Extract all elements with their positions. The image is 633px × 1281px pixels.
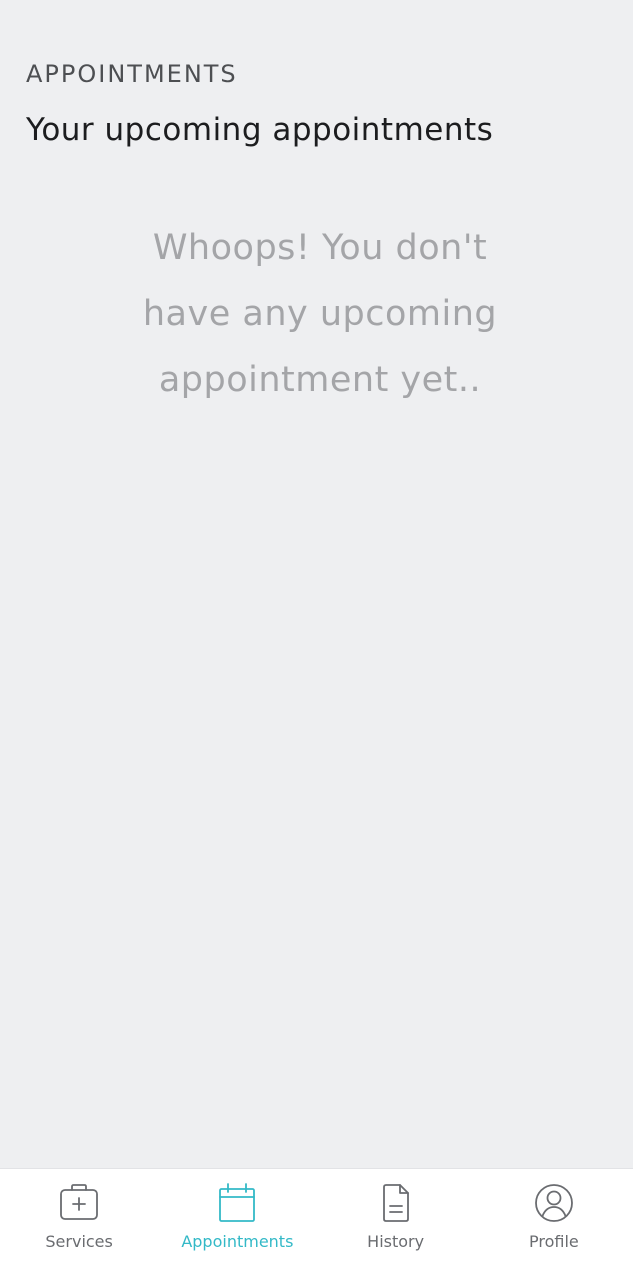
medical-bag-icon	[58, 1182, 100, 1224]
page-title: Your upcoming appointments	[26, 112, 494, 148]
page-header: APPOINTMENTS	[26, 60, 238, 88]
calendar-icon	[216, 1182, 258, 1224]
user-circle-icon	[533, 1182, 575, 1224]
tab-profile[interactable]: Profile	[475, 1169, 633, 1281]
tab-history[interactable]: History	[317, 1169, 475, 1281]
document-icon	[375, 1182, 417, 1224]
tab-label: Appointments	[181, 1232, 294, 1251]
tab-services[interactable]: Services	[0, 1169, 158, 1281]
tab-label: History	[367, 1232, 425, 1251]
tab-appointments[interactable]: Appointments	[158, 1169, 316, 1281]
section-label: APPOINTMENTS	[26, 60, 238, 88]
tab-label: Profile	[529, 1232, 579, 1251]
empty-state-line: have any upcoming	[142, 294, 498, 334]
empty-state-line: Whoops! You don't	[152, 228, 488, 268]
tab-label: Services	[45, 1232, 113, 1251]
empty-state-message: Whoops! You don't have any upcoming appo…	[120, 215, 520, 413]
empty-state-line: appointment yet..	[158, 360, 482, 400]
bottom-tab-bar: Services Appointments History Profile	[0, 1168, 633, 1281]
